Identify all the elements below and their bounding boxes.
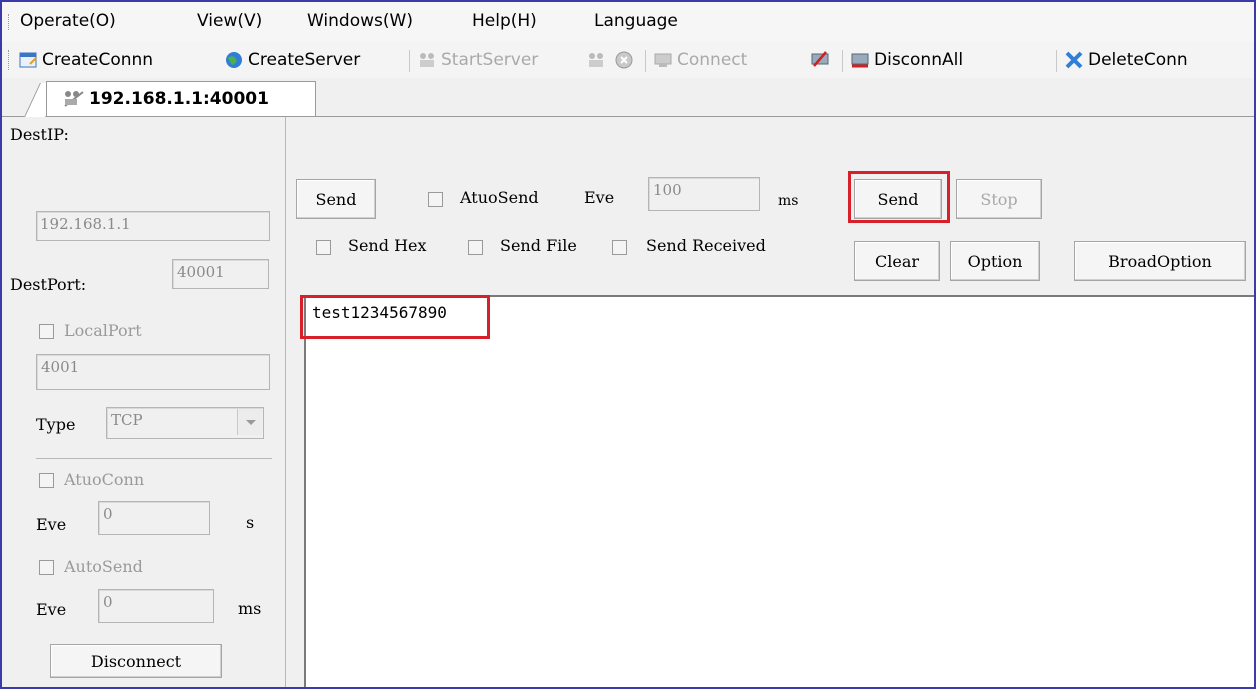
create-conn-label: CreateConnn [42,50,154,70]
type-select[interactable]: TCP [106,407,264,439]
payload-highlight [300,295,490,339]
toolbar-separator [645,50,646,72]
local-port-label: LocalPort [64,321,142,340]
stop-button-label: Stop [980,189,1018,209]
send-interval-value: 100 [653,181,682,199]
stop-server-button[interactable] [586,48,606,72]
toolbar-grip [8,50,12,70]
delete-conn-label: DeleteConn [1088,50,1188,70]
dest-port-label: DestPort: [10,275,87,294]
divider [36,458,272,459]
connect-label: Connect [677,50,748,70]
create-server-label: CreateServer [248,50,361,70]
menu-help[interactable]: Help(H) [472,11,537,31]
disconnect-button[interactable]: Disconnect [50,644,222,678]
menu-operate[interactable]: Operate(O) [20,11,116,31]
type-value: TCP [111,411,143,429]
local-port-value: 4001 [41,358,80,376]
send-file-checkbox[interactable] [468,240,483,255]
close-server-button[interactable] [614,48,634,72]
toolbar-separator [1056,50,1057,72]
menu-grip [8,14,12,30]
disconnect-toolbar-button[interactable] [810,48,830,72]
send-mode-button[interactable]: Send [296,179,376,219]
tab-label: 192.168.1.1:40001 [89,89,269,109]
type-label: Type [36,415,76,434]
dest-ip-label: DestIP: [10,125,69,144]
local-port-checkbox[interactable] [39,324,54,339]
broad-option-button-label: BroadOption [1108,251,1212,271]
send-received-label: Send Received [646,236,766,255]
atuo-send-label: AtuoSend [460,188,539,207]
start-server-label: StartServer [441,50,539,70]
app-window: Operate(O) View(V) Windows(W) Help(H) La… [0,0,1256,689]
start-server-icon [417,50,437,70]
stop-server-icon [586,50,606,70]
connection-icon [63,89,84,109]
auto-send-interval-field[interactable]: 0 [98,589,214,623]
delete-icon [1064,50,1084,70]
connect-button[interactable]: Connect [653,48,747,72]
seconds-unit: s [246,513,255,532]
connection-tab-strip: 192.168.1.1:40001 [2,78,1254,117]
auto-send-label: AutoSend [64,557,143,576]
close-circle-icon [614,50,634,70]
option-button-label: Option [967,251,1023,271]
send-interval-field[interactable]: 100 [648,177,760,211]
delete-conn-button[interactable]: DeleteConn [1064,48,1188,72]
option-button[interactable]: Option [950,241,1040,281]
connection-settings-panel: DestIP: 192.168.1.1 DestPort: 40001 Loca… [2,117,286,687]
ms-unit: ms [238,599,262,618]
send-hex-checkbox[interactable] [316,240,331,255]
send-panel: Send AtuoSend Eve 100 ms Send Stop Send … [286,117,1254,687]
toolbar-separator [842,50,843,72]
eve-label: Eve [36,600,67,619]
ms-unit: ms [778,193,799,209]
send-button-highlight [848,171,950,223]
toolbar: CreateConnn CreateServer StartServer Con… [2,42,1254,78]
disconnect-icon [810,50,830,70]
auto-send-interval-value: 0 [103,593,113,611]
disconn-all-icon [850,50,870,70]
menu-language[interactable]: Language [594,11,678,31]
create-conn-icon [18,50,38,70]
menu-windows[interactable]: Windows(W) [307,11,413,31]
tab-connection[interactable]: 192.168.1.1:40001 [46,81,316,116]
create-conn-button[interactable]: CreateConnn [18,48,153,72]
send-data-textarea[interactable]: test1234567890 [304,295,1254,687]
dest-ip-value: 192.168.1.1 [40,215,131,233]
connect-icon [653,50,673,70]
dest-port-field[interactable]: 40001 [172,259,269,289]
auto-conn-interval-value: 0 [103,505,113,523]
local-port-field[interactable]: 4001 [36,354,270,390]
eve-label: Eve [584,188,615,207]
auto-conn-checkbox[interactable] [39,473,54,488]
toolbar-separator [409,50,410,72]
broad-option-button[interactable]: BroadOption [1074,241,1246,281]
eve-label: Eve [36,515,67,534]
send-mode-label: Send [315,189,357,209]
auto-conn-interval-field[interactable]: 0 [98,501,210,535]
globe-icon [224,50,244,70]
clear-button-label: Clear [874,251,919,271]
start-server-button[interactable]: StartServer [417,48,538,72]
menu-view[interactable]: View(V) [197,11,262,31]
chevron-down-icon[interactable] [237,409,262,435]
menu-bar: Operate(O) View(V) Windows(W) Help(H) La… [2,2,1254,42]
dest-port-value: 40001 [177,263,225,281]
create-server-button[interactable]: CreateServer [224,48,360,72]
disconn-all-button[interactable]: DisconnAll [850,48,963,72]
disconn-all-label: DisconnAll [874,50,964,70]
send-file-label: Send File [500,236,577,255]
send-received-checkbox[interactable] [612,240,627,255]
auto-conn-label: AtuoConn [64,470,145,489]
stop-button[interactable]: Stop [956,179,1042,219]
atuo-send-checkbox[interactable] [428,192,443,207]
send-hex-label: Send Hex [348,236,427,255]
disconnect-label: Disconnect [90,651,182,671]
clear-button[interactable]: Clear [854,241,940,281]
auto-send-checkbox[interactable] [39,560,54,575]
